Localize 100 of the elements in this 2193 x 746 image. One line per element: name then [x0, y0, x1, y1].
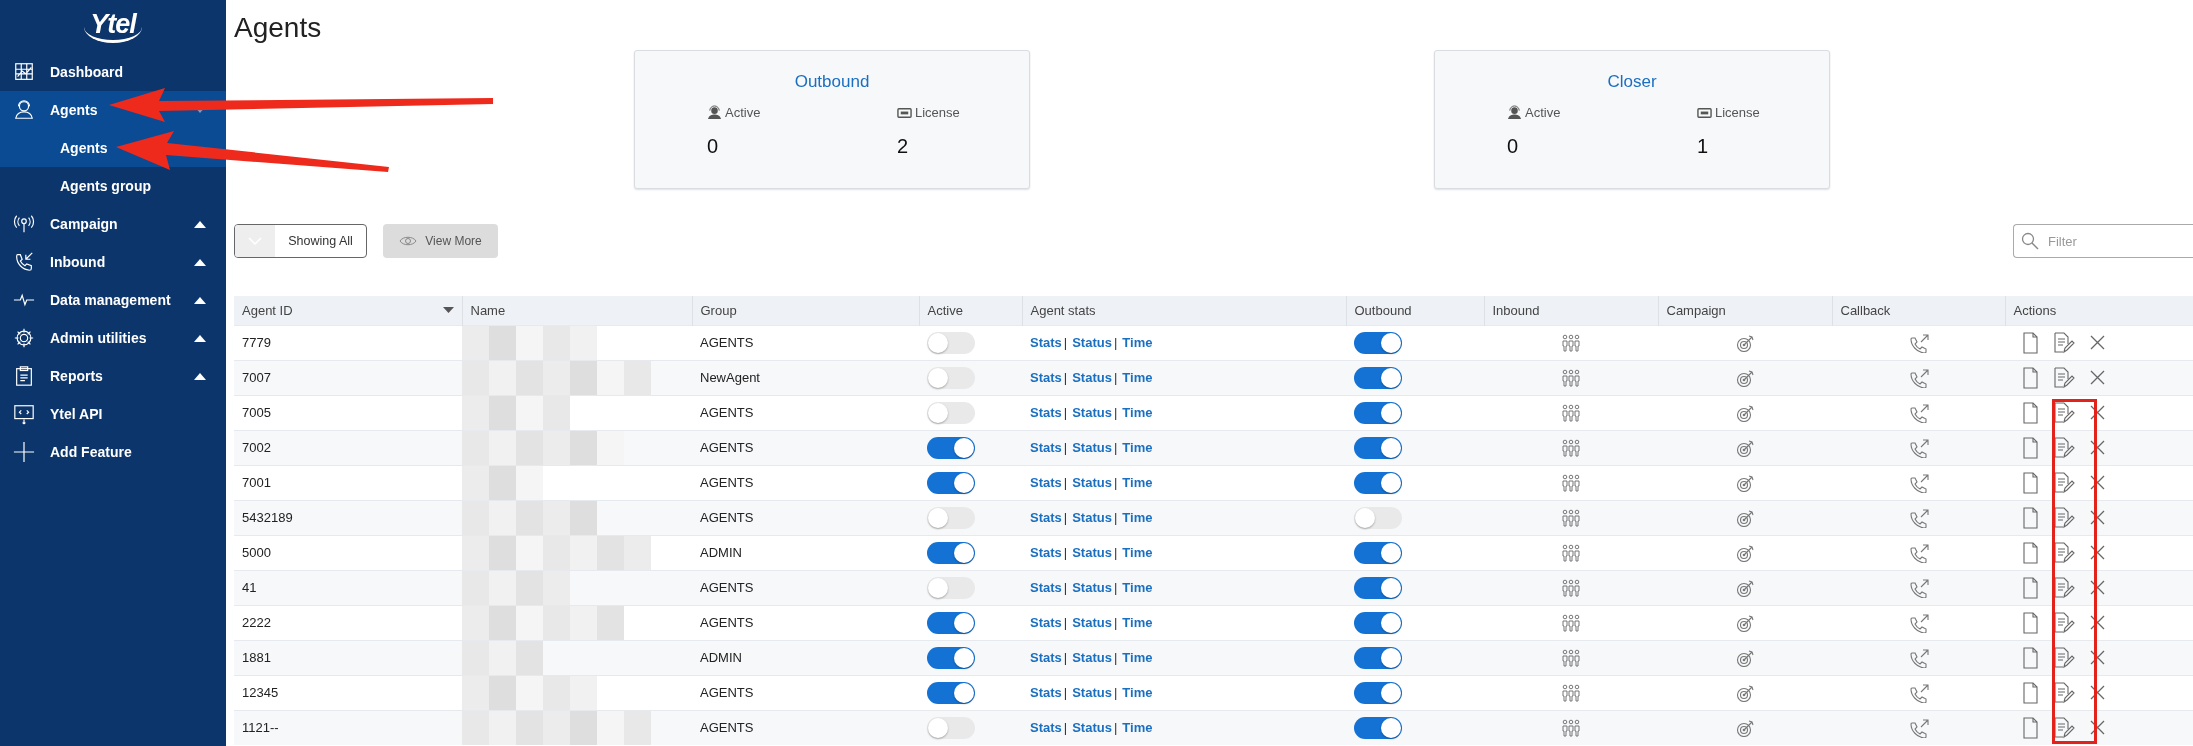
document-icon[interactable] [2021, 716, 2039, 739]
document-icon[interactable] [2021, 506, 2039, 529]
close-icon[interactable] [2089, 474, 2106, 491]
toggle-switch[interactable] [1354, 401, 1402, 424]
stats-link[interactable]: Time [1122, 579, 1153, 595]
close-icon[interactable] [2089, 684, 2106, 701]
document-icon[interactable] [2021, 611, 2039, 634]
stats-link[interactable]: Stats [1030, 369, 1062, 385]
edit-icon[interactable] [2053, 506, 2075, 529]
document-icon[interactable] [2021, 576, 2039, 599]
stats-link[interactable]: Status [1072, 719, 1112, 735]
toggle-switch[interactable] [927, 471, 975, 494]
filter-field[interactable]: Filter [2013, 224, 2193, 258]
toggle-switch[interactable] [1354, 436, 1402, 459]
sidebar-item[interactable]: Dashboard [0, 53, 226, 91]
toggle-switch[interactable] [1354, 366, 1402, 389]
toggle-switch[interactable] [1354, 681, 1402, 704]
toggle-switch[interactable] [1354, 541, 1402, 564]
stats-link[interactable]: Stats [1030, 439, 1062, 455]
edit-icon[interactable] [2053, 716, 2075, 739]
stats-link[interactable]: Time [1122, 439, 1153, 455]
showing-dropdown[interactable]: Showing All [234, 224, 367, 258]
toggle-switch[interactable] [927, 576, 975, 599]
toggle-switch[interactable] [1354, 576, 1402, 599]
edit-icon[interactable] [2053, 471, 2075, 494]
edit-icon[interactable] [2053, 646, 2075, 669]
stats-link[interactable]: Time [1122, 719, 1153, 735]
close-icon[interactable] [2089, 719, 2106, 736]
document-icon[interactable] [2021, 541, 2039, 564]
stats-link[interactable]: Time [1122, 614, 1153, 630]
stats-link[interactable]: Time [1122, 334, 1153, 350]
sidebar-item[interactable]: Reports [0, 357, 226, 395]
toggle-switch[interactable] [1354, 471, 1402, 494]
toggle-switch[interactable] [1354, 506, 1402, 529]
stats-link[interactable]: Stats [1030, 334, 1062, 350]
edit-icon[interactable] [2053, 436, 2075, 459]
logo[interactable]: Ytel [84, 10, 142, 43]
stats-link[interactable]: Status [1072, 544, 1112, 560]
toggle-switch[interactable] [927, 366, 975, 389]
toggle-switch[interactable] [927, 436, 975, 459]
toggle-switch[interactable] [927, 716, 975, 739]
toggle-switch[interactable] [1354, 716, 1402, 739]
document-icon[interactable] [2021, 646, 2039, 669]
stats-link[interactable]: Stats [1030, 614, 1062, 630]
document-icon[interactable] [2021, 331, 2039, 354]
stats-link[interactable]: Stats [1030, 404, 1062, 420]
stats-link[interactable]: Status [1072, 334, 1112, 350]
close-icon[interactable] [2089, 404, 2106, 421]
sidebar-item[interactable]: Campaign [0, 205, 226, 243]
sidebar-item[interactable]: Ytel API [0, 395, 226, 433]
edit-icon[interactable] [2053, 611, 2075, 634]
stats-link[interactable]: Stats [1030, 719, 1062, 735]
stats-link[interactable]: Status [1072, 684, 1112, 700]
stats-link[interactable]: Status [1072, 579, 1112, 595]
view-more-button[interactable]: View More [383, 224, 498, 258]
stats-link[interactable]: Time [1122, 684, 1153, 700]
stats-link[interactable]: Time [1122, 404, 1153, 420]
sidebar-item[interactable]: Add Feature [0, 433, 226, 471]
document-icon[interactable] [2021, 471, 2039, 494]
sidebar-item[interactable]: Data management [0, 281, 226, 319]
stats-link[interactable]: Time [1122, 544, 1153, 560]
toggle-switch[interactable] [927, 681, 975, 704]
close-icon[interactable] [2089, 439, 2106, 456]
stats-link[interactable]: Status [1072, 509, 1112, 525]
document-icon[interactable] [2021, 401, 2039, 424]
edit-icon[interactable] [2053, 366, 2075, 389]
toggle-switch[interactable] [1354, 646, 1402, 669]
stats-link[interactable]: Status [1072, 369, 1112, 385]
stats-link[interactable]: Stats [1030, 544, 1062, 560]
stats-link[interactable]: Status [1072, 474, 1112, 490]
sidebar-item[interactable]: Inbound [0, 243, 226, 281]
close-icon[interactable] [2089, 369, 2106, 386]
stats-link[interactable]: Time [1122, 474, 1153, 490]
stats-link[interactable]: Time [1122, 509, 1153, 525]
stats-link[interactable]: Stats [1030, 579, 1062, 595]
edit-icon[interactable] [2053, 541, 2075, 564]
stats-link[interactable]: Status [1072, 614, 1112, 630]
document-icon[interactable] [2021, 436, 2039, 459]
toggle-switch[interactable] [927, 401, 975, 424]
document-icon[interactable] [2021, 681, 2039, 704]
stats-link[interactable]: Stats [1030, 684, 1062, 700]
close-icon[interactable] [2089, 649, 2106, 666]
stats-link[interactable]: Status [1072, 404, 1112, 420]
toggle-switch[interactable] [927, 611, 975, 634]
stats-link[interactable]: Stats [1030, 509, 1062, 525]
edit-icon[interactable] [2053, 401, 2075, 424]
stats-link[interactable]: Stats [1030, 474, 1062, 490]
toggle-switch[interactable] [927, 646, 975, 669]
edit-icon[interactable] [2053, 576, 2075, 599]
edit-icon[interactable] [2053, 681, 2075, 704]
stats-link[interactable]: Time [1122, 369, 1153, 385]
toggle-switch[interactable] [927, 331, 975, 354]
toggle-switch[interactable] [927, 541, 975, 564]
toggle-switch[interactable] [1354, 331, 1402, 354]
document-icon[interactable] [2021, 366, 2039, 389]
close-icon[interactable] [2089, 579, 2106, 596]
stats-link[interactable]: Stats [1030, 649, 1062, 665]
close-icon[interactable] [2089, 334, 2106, 351]
stats-link[interactable]: Status [1072, 439, 1112, 455]
toggle-switch[interactable] [927, 506, 975, 529]
